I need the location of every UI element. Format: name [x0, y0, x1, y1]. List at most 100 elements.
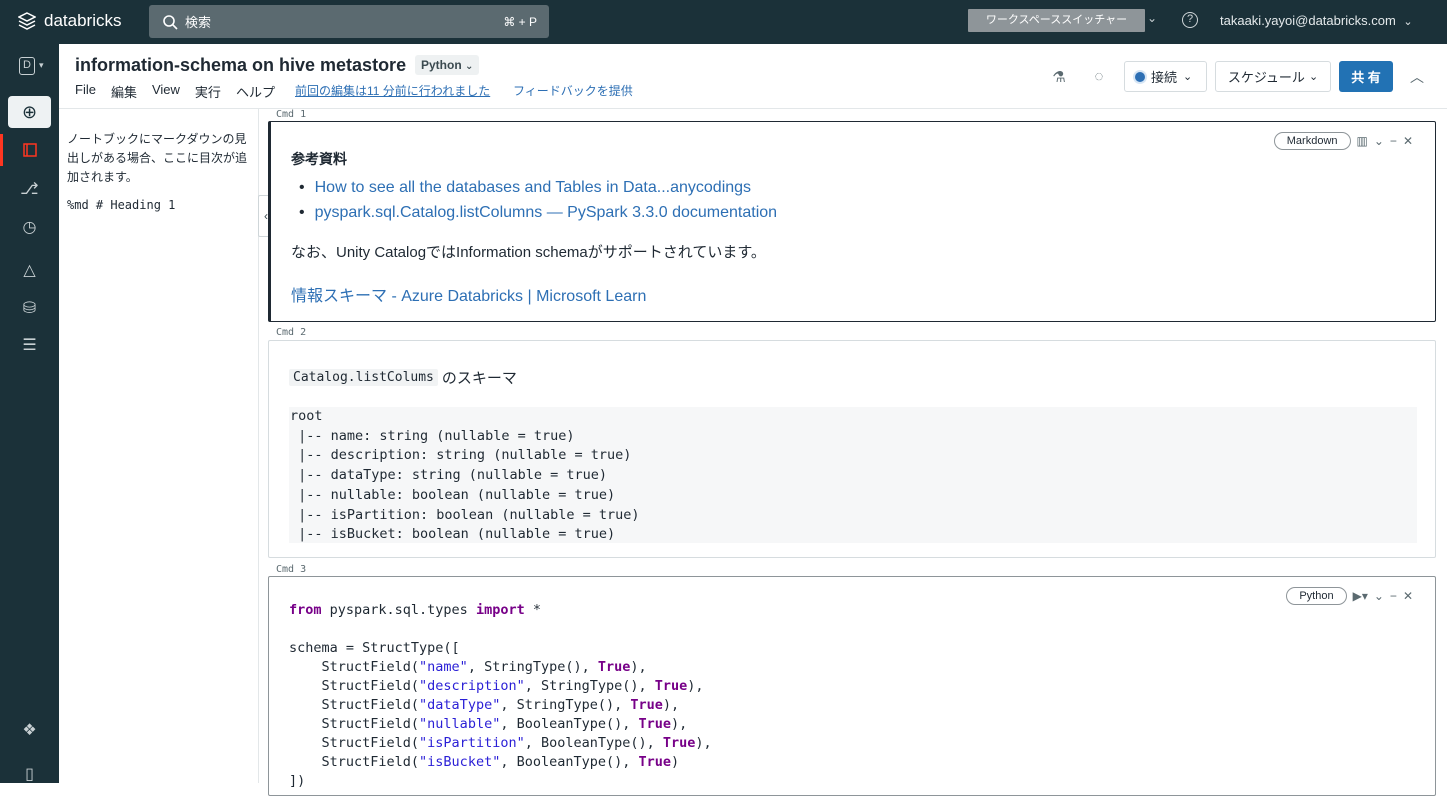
repos-icon[interactable]: ⎇ [8, 173, 51, 205]
md-note: なお、Unity CatalogではInformation schemaがサポー… [291, 244, 766, 261]
cell-toolbar: Markdown ▥ ⌄ − ✕ [1273, 132, 1413, 150]
language-selector[interactable]: Python ⌄ [415, 55, 480, 75]
code-line[interactable]: StructField("nullable", BooleanType(), T… [289, 716, 688, 732]
connection-status-dot [1135, 71, 1145, 82]
schema-line: |-- name: string (nullable = true) [290, 427, 575, 444]
left-rail: D ▾ ⊕ ⎇ ◷ △ ⛁ ☰ ❖ ▯ [0, 44, 59, 783]
code-text: pyspark.sql.types [321, 602, 476, 618]
menu-run[interactable]: 実行 [195, 82, 221, 101]
cmd-label: Cmd 1 [276, 109, 307, 120]
minimize-icon[interactable]: − [1390, 134, 1397, 148]
notebook-title[interactable]: information-schema on hive metastore [75, 55, 406, 76]
python-code-cell[interactable]: Python ▶▾ ⌄ − ✕ from pyspark.sql.types i… [268, 576, 1436, 796]
header-divider [59, 108, 1447, 109]
search-icon [163, 14, 178, 30]
workspace-switcher[interactable]: ワークスペーススイッチャー [968, 9, 1145, 32]
minimize-icon[interactable]: − [1390, 589, 1397, 603]
language-label: Python [421, 58, 462, 72]
code-text: , BooleanType(), [500, 716, 639, 732]
code-text: ), [695, 735, 712, 751]
connect-button[interactable]: 接続 ⌄ [1124, 61, 1207, 92]
code-line[interactable]: from pyspark.sql.types import * [289, 602, 541, 618]
code-line[interactable]: StructField("dataType", StringType(), Tr… [289, 697, 680, 713]
cmd-label: Cmd 2 [276, 327, 307, 338]
code-line[interactable]: StructField("name", StringType(), True), [289, 659, 647, 675]
reference-link[interactable]: How to see all the databases and Tables … [299, 175, 777, 200]
menu-help[interactable]: ヘルプ [236, 82, 275, 101]
run-cell-icon[interactable]: ▶▾ [1353, 589, 1368, 603]
chevron-down-icon[interactable]: ⌄ [1374, 134, 1384, 148]
schema-title: Catalog.listColums のスキーマ [289, 367, 517, 388]
markdown-cell[interactable]: Catalog.listColums のスキーマ root |-- name: … [268, 340, 1436, 558]
share-button[interactable]: 共 有 [1339, 61, 1393, 92]
cell-toolbar: Python ▶▾ ⌄ − ✕ [1286, 587, 1413, 605]
chevron-down-icon[interactable]: ⌄ [1147, 11, 1157, 25]
code-text: ), [662, 697, 680, 713]
schedule-label: スケジュール [1227, 70, 1305, 85]
code-text: StructField( [289, 754, 420, 770]
code-text: , BooleanType(), [524, 735, 663, 751]
workspace-badge[interactable]: D [19, 57, 35, 75]
schema-line: root [290, 408, 323, 424]
menu-view[interactable]: View [152, 82, 180, 101]
brand-name: databricks [44, 11, 122, 30]
code-text: * [524, 602, 541, 618]
string-literal: "name" [419, 659, 468, 675]
menu-edit[interactable]: 編集 [111, 82, 137, 101]
keyword: import [475, 602, 525, 618]
information-schema-link[interactable]: 情報スキーマ - Azure Databricks | Microsoft Le… [291, 282, 646, 306]
code-text: ), [671, 716, 688, 732]
last-edit-link[interactable]: 前回の編集は11 分前に行われました [295, 82, 490, 99]
schema-code-block: root |-- name: string (nullable = true) … [289, 407, 1417, 543]
keyword: True [597, 659, 631, 675]
code-text: StructField( [289, 735, 420, 751]
close-icon[interactable]: ✕ [1403, 589, 1413, 603]
code-text: , BooleanType(), [500, 754, 639, 770]
chart-icon[interactable]: ▥ [1357, 134, 1368, 148]
code-line[interactable]: StructField("description", StringType(),… [289, 678, 704, 694]
cell-type-label[interactable]: Markdown [1273, 132, 1351, 150]
schema-title-suffix: のスキーマ [441, 370, 517, 387]
chevron-down-icon: ⌄ [1308, 71, 1319, 83]
schema-line: |-- isBucket: boolean (nullable = true) [290, 526, 616, 543]
code-line[interactable]: StructField("isBucket", BooleanType(), T… [289, 754, 680, 770]
marketplace-icon[interactable]: ❖ [8, 714, 51, 746]
experiment-flask-icon[interactable]: ⚗ [1050, 68, 1068, 86]
chevron-up-icon[interactable]: ︿ [1410, 67, 1424, 87]
top-bar: databricks 検索 ⌘ + P ワークスペーススイッチャー ⌄ ? ta… [0, 0, 1447, 44]
data-shapes-icon[interactable]: △ [8, 254, 51, 286]
user-menu[interactable]: takaaki.yayoi@databricks.com ⌄ [1220, 13, 1413, 28]
chevron-down-icon: ⌄ [465, 61, 474, 72]
reference-list: How to see all the databases and Tables … [299, 175, 777, 225]
cell-type-label[interactable]: Python [1286, 587, 1347, 605]
search-input[interactable]: 検索 ⌘ + P [149, 5, 549, 38]
code-line[interactable]: ]) [289, 773, 305, 789]
notebook-icon [22, 143, 37, 157]
user-email: takaaki.yayoi@databricks.com [1220, 13, 1396, 28]
databricks-logo[interactable]: databricks [18, 11, 121, 31]
compute-icon[interactable]: ⛁ [8, 292, 51, 324]
code-line[interactable]: StructField("isPartition", BooleanType()… [289, 735, 712, 751]
string-literal: "description" [419, 678, 525, 694]
create-plus-icon[interactable]: ⊕ [8, 96, 51, 128]
markdown-cell[interactable]: Markdown ▥ ⌄ − ✕ 参考資料 How to see all the… [268, 121, 1436, 322]
toc-hint: ノートブックにマークダウンの見出しがある場合、ここに目次が追加されます。 [67, 132, 248, 184]
close-icon[interactable]: ✕ [1403, 134, 1413, 148]
help-icon[interactable]: ? [1182, 12, 1198, 28]
menu-file[interactable]: File [75, 82, 96, 101]
workflows-list-icon[interactable]: ☰ [8, 329, 51, 361]
cmd-label: Cmd 3 [276, 564, 307, 575]
caret-down-icon[interactable]: ▾ [39, 60, 44, 71]
feedback-link[interactable]: フィードバックを提供 [513, 82, 633, 99]
workspace-notebook-icon[interactable] [8, 134, 51, 166]
sidebar-toggle-icon[interactable]: ▯ [8, 758, 51, 790]
code-line[interactable]: schema = StructType([ [289, 640, 460, 656]
reference-link[interactable]: pyspark.sql.Catalog.listColumns — PySpar… [299, 200, 777, 225]
table-of-contents-panel: ノートブックにマークダウンの見出しがある場合、ここに目次が追加されます。 %md… [59, 108, 259, 783]
schedule-button[interactable]: スケジュール ⌄ [1215, 61, 1331, 92]
schema-line: |-- dataType: string (nullable = true) [290, 467, 607, 484]
chevron-down-icon[interactable]: ⌄ [1374, 589, 1384, 603]
code-text: StructField( [289, 678, 420, 694]
comment-icon[interactable]: ◌ [1090, 68, 1108, 86]
recents-clock-icon[interactable]: ◷ [8, 211, 51, 243]
